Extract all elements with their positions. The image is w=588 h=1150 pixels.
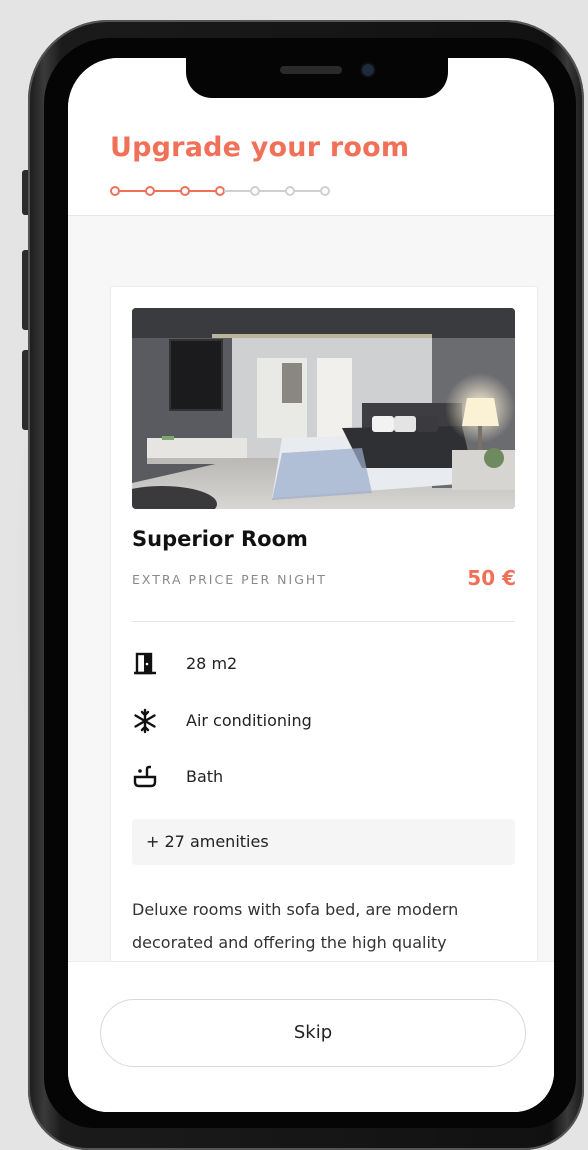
progress-stepper	[110, 186, 330, 196]
step-dot-pending	[285, 186, 295, 196]
skip-button[interactable]: Skip	[100, 999, 526, 1067]
amenities-button[interactable]: + 27 amenities	[132, 819, 515, 865]
step-dot-pending	[320, 186, 330, 196]
feature-label: Bath	[186, 767, 224, 786]
amenities-label: + 27 amenities	[146, 832, 269, 851]
price-label: EXTRA PRICE PER NIGHT	[132, 572, 327, 587]
feature-label: 28 m2	[186, 654, 238, 673]
step-dot-complete	[215, 186, 225, 196]
room-photo	[132, 308, 515, 509]
page-title: Upgrade your room	[110, 132, 410, 163]
room-description: Deluxe rooms with sofa bed, are modern d…	[132, 900, 459, 952]
feature-air-conditioning: Air conditioning	[132, 706, 515, 736]
card-divider	[132, 621, 515, 622]
app-screen: Upgrade your room Superior Room EXTRA PR…	[68, 58, 554, 1112]
front-camera	[362, 64, 374, 76]
speaker-grille	[280, 66, 342, 74]
step-dot-complete	[180, 186, 190, 196]
step-dot-complete	[110, 186, 120, 196]
feature-bath: Bath	[132, 762, 515, 792]
snowflake-icon	[134, 708, 156, 734]
bottom-bar: Skip	[68, 961, 554, 1112]
door-icon	[134, 652, 156, 675]
room-card[interactable]: Superior Room EXTRA PRICE PER NIGHT 50 €…	[110, 286, 538, 968]
feature-label: Air conditioning	[186, 711, 312, 730]
phone-notch	[186, 56, 448, 98]
bathtub-icon	[133, 765, 157, 788]
room-price: 50 €	[467, 566, 516, 590]
feature-size: 28 m2	[132, 649, 515, 679]
step-dot-complete	[145, 186, 155, 196]
room-name: Superior Room	[132, 527, 308, 551]
step-dot-pending	[250, 186, 260, 196]
